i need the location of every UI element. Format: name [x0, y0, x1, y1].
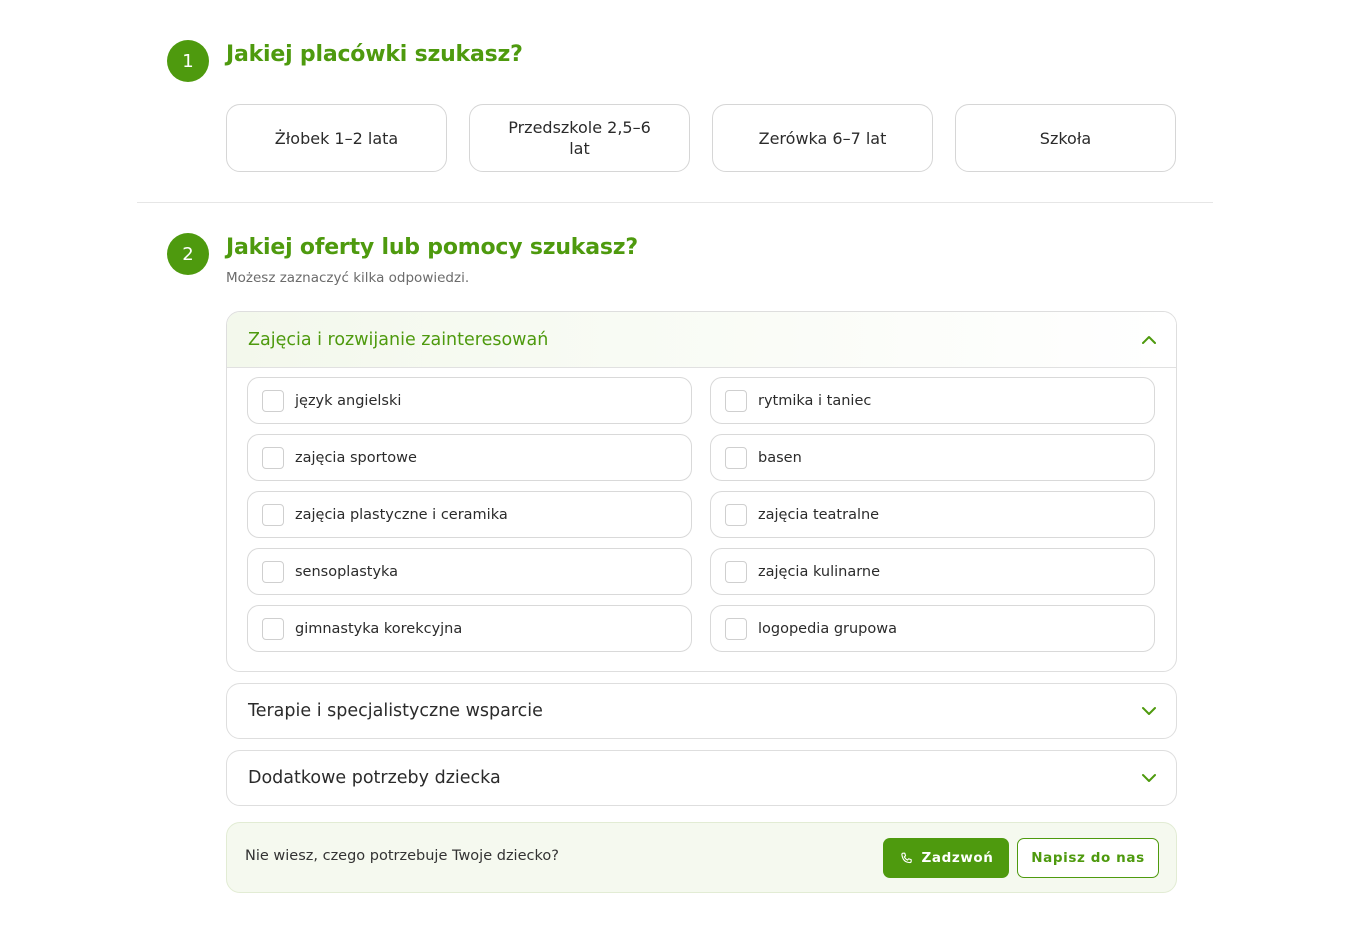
- step-1-number: 1: [182, 50, 194, 72]
- facility-option-zlobek[interactable]: Żłobek 1–2 lata: [226, 104, 447, 172]
- checkbox[interactable]: [725, 446, 747, 469]
- facility-option-przedszkole[interactable]: Przedszkole 2,5–6 lat: [469, 104, 690, 172]
- step-2-number: 2: [182, 243, 194, 265]
- facility-option-label: Szkoła: [1039, 128, 1092, 148]
- checkbox[interactable]: [725, 617, 747, 640]
- option-label: zajęcia teatralne: [758, 506, 880, 523]
- checkbox[interactable]: [725, 560, 747, 583]
- accordion-title: Dodatkowe potrzeby dziecka: [248, 768, 501, 788]
- accordion-extra-needs: Dodatkowe potrzeby dziecka: [226, 750, 1177, 806]
- help-box: Nie wiesz, czego potrzebuje Twoje dzieck…: [226, 822, 1177, 893]
- checkbox[interactable]: [262, 617, 284, 640]
- checkbox[interactable]: [725, 389, 747, 412]
- help-text: Nie wiesz, czego potrzebuje Twoje dzieck…: [245, 848, 559, 864]
- checkbox[interactable]: [262, 389, 284, 412]
- checkbox[interactable]: [262, 446, 284, 469]
- checkbox[interactable]: [262, 560, 284, 583]
- step-1-title: Jakiej placówki szukasz?: [226, 42, 523, 67]
- option-label: gimnastyka korekcyjna: [295, 620, 463, 637]
- option-label: język angielski: [295, 392, 402, 409]
- phone-icon: [899, 851, 914, 866]
- option-basen[interactable]: basen: [710, 434, 1155, 481]
- write-button-label: Napisz do nas: [1031, 850, 1145, 866]
- accordion-title: Zajęcia i rozwijanie zainteresowań: [248, 329, 549, 350]
- chevron-down-icon: [1140, 769, 1158, 787]
- accordion-extra-needs-header[interactable]: Dodatkowe potrzeby dziecka: [227, 751, 1176, 805]
- facility-option-label: Żłobek 1–2 lata: [274, 128, 399, 148]
- option-zajecia-kulinarne[interactable]: zajęcia kulinarne: [710, 548, 1155, 595]
- option-zajecia-sportowe[interactable]: zajęcia sportowe: [247, 434, 692, 481]
- checkbox[interactable]: [262, 503, 284, 526]
- facility-option-label: Przedszkole 2,5–6 lat: [508, 118, 651, 158]
- option-gimnastyka-korekcyjna[interactable]: gimnastyka korekcyjna: [247, 605, 692, 652]
- option-rytmika-i-taniec[interactable]: rytmika i taniec: [710, 377, 1155, 424]
- option-label: logopedia grupowa: [758, 620, 898, 637]
- write-to-us-button[interactable]: Napisz do nas: [1017, 838, 1159, 878]
- option-zajecia-teatralne[interactable]: zajęcia teatralne: [710, 491, 1155, 538]
- section-divider: [137, 202, 1213, 203]
- option-label: sensoplastyka: [295, 563, 399, 580]
- option-label: zajęcia plastyczne i ceramika: [295, 506, 508, 523]
- checkbox[interactable]: [725, 503, 747, 526]
- accordion-title: Terapie i specjalistyczne wsparcie: [248, 701, 543, 721]
- step-2-title: Jakiej oferty lub pomocy szukasz?: [226, 235, 638, 260]
- accordion-activities: Zajęcia i rozwijanie zainteresowań język…: [226, 311, 1177, 672]
- option-label: zajęcia kulinarne: [758, 563, 881, 580]
- step-2-badge: 2: [167, 233, 209, 275]
- facility-option-szkola[interactable]: Szkoła: [955, 104, 1176, 172]
- option-label: zajęcia sportowe: [295, 449, 417, 466]
- call-button[interactable]: Zadzwoń: [883, 838, 1009, 878]
- facility-option-zerowka[interactable]: Zerówka 6–7 lat: [712, 104, 933, 172]
- option-jezyk-angielski[interactable]: język angielski: [247, 377, 692, 424]
- step-2-subtitle: Możesz zaznaczyć kilka odpowiedzi.: [226, 270, 470, 286]
- chevron-up-icon: [1140, 331, 1158, 349]
- option-label: basen: [758, 449, 802, 466]
- accordion-activities-header[interactable]: Zajęcia i rozwijanie zainteresowań: [227, 312, 1176, 368]
- accordion-therapies: Terapie i specjalistyczne wsparcie: [226, 683, 1177, 739]
- option-zajecia-plastyczne[interactable]: zajęcia plastyczne i ceramika: [247, 491, 692, 538]
- chevron-down-icon: [1140, 702, 1158, 720]
- option-logopedia-grupowa[interactable]: logopedia grupowa: [710, 605, 1155, 652]
- accordion-therapies-header[interactable]: Terapie i specjalistyczne wsparcie: [227, 684, 1176, 738]
- step-1-badge: 1: [167, 40, 209, 82]
- call-button-label: Zadzwoń: [921, 850, 994, 866]
- option-label: rytmika i taniec: [758, 392, 872, 409]
- option-sensoplastyka[interactable]: sensoplastyka: [247, 548, 692, 595]
- facility-option-label: Zerówka 6–7 lat: [758, 128, 887, 148]
